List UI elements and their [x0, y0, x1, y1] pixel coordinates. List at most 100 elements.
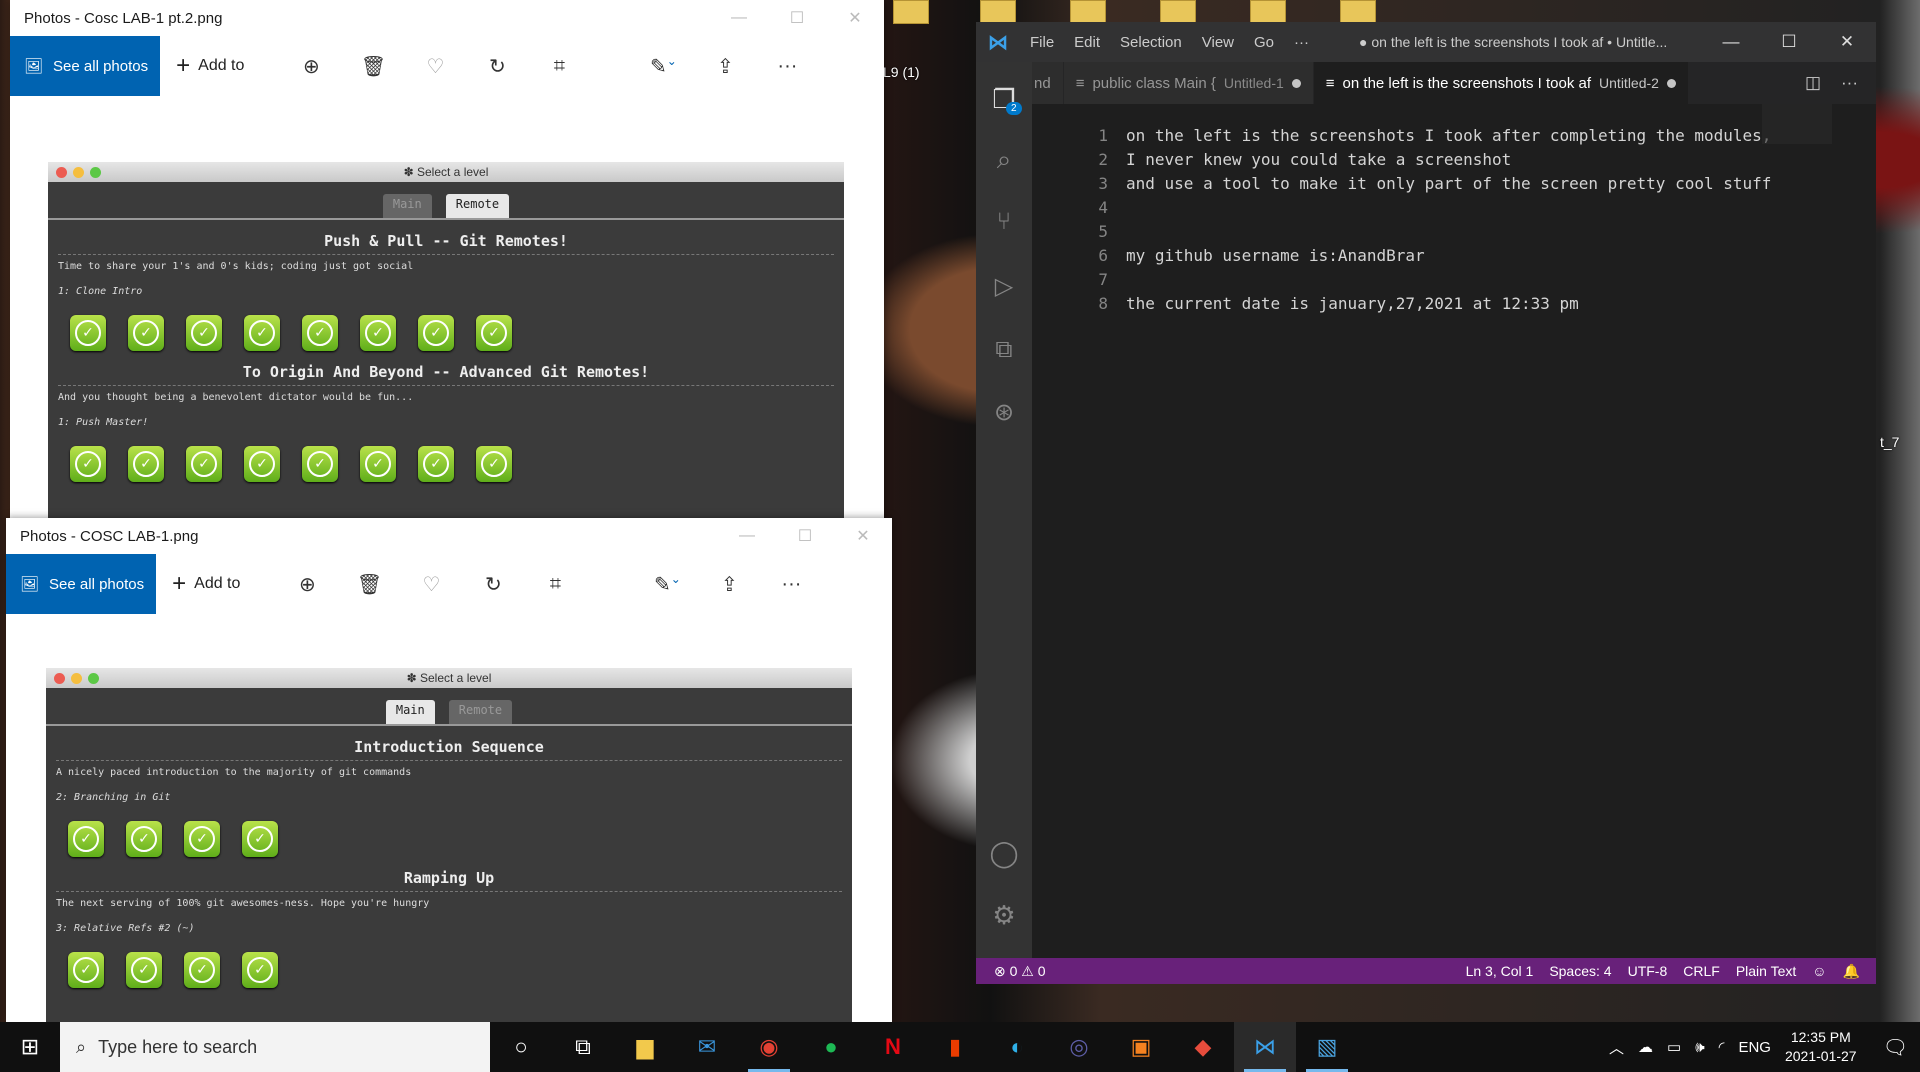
vscode-taskbar-icon[interactable]: ⋈: [1234, 1022, 1296, 1072]
split-editor-icon[interactable]: ◫: [1805, 73, 1821, 93]
code-line[interactable]: on the left is the screenshots I took af…: [1126, 124, 1771, 148]
menu-edit[interactable]: Edit: [1064, 34, 1110, 51]
extensions-icon[interactable]: ⧉: [976, 336, 1032, 364]
sublime-icon[interactable]: ▣: [1110, 1022, 1172, 1072]
encoding[interactable]: UTF-8: [1620, 963, 1676, 979]
language-mode[interactable]: Plain Text: [1728, 963, 1804, 979]
title-bar[interactable]: Photos - Cosc LAB-1 pt.2.png — ☐ ✕: [10, 0, 884, 36]
add-to-button[interactable]: + Add to: [156, 570, 256, 598]
folder-icon[interactable]: [893, 0, 929, 24]
crop-icon[interactable]: ⌗: [528, 55, 590, 78]
edit-icon[interactable]: ✎ ⌄: [632, 54, 694, 79]
file-explorer-icon[interactable]: ▆: [614, 1022, 676, 1072]
rotate-icon[interactable]: ↻: [466, 54, 528, 79]
zoom-icon[interactable]: ⊕: [280, 54, 342, 79]
code-line[interactable]: I never knew you could take a screenshot: [1126, 148, 1511, 172]
photos-taskbar-icon[interactable]: ▧: [1296, 1022, 1358, 1072]
see-all-photos-button[interactable]: 🖼 See all photos: [6, 554, 157, 614]
menu-go[interactable]: Go: [1244, 34, 1284, 51]
notifications-bell-icon[interactable]: 🔔: [1835, 963, 1876, 980]
code-line[interactable]: and use a tool to make it only part of t…: [1126, 172, 1771, 196]
see-all-photos-button[interactable]: 🖼 See all photos: [10, 36, 161, 96]
windows-start-icon[interactable]: ⊞: [0, 1034, 60, 1060]
folder-icon[interactable]: [1250, 0, 1286, 24]
eclipse-icon[interactable]: ◎: [1048, 1022, 1110, 1072]
minimap[interactable]: [1762, 104, 1832, 144]
minimize-icon[interactable]: —: [1702, 32, 1760, 52]
problems-indicator[interactable]: ⊗ 0 ⚠ 0: [976, 963, 1054, 980]
menu-view[interactable]: View: [1192, 34, 1244, 51]
folder-icon[interactable]: [1160, 0, 1196, 24]
share-icon[interactable]: ⇪: [694, 54, 756, 79]
search-icon[interactable]: ⌕: [976, 144, 1032, 176]
desktop-item-label[interactable]: t_7: [1880, 434, 1899, 450]
unsaved-dot-icon[interactable]: [1291, 78, 1301, 88]
delete-icon[interactable]: 🗑: [342, 54, 404, 79]
folder-icon[interactable]: [1340, 0, 1376, 24]
cortana-icon[interactable]: ○: [490, 1022, 552, 1072]
tab-untitled-2[interactable]: ≡ on the left is the screenshots I took …: [1313, 62, 1689, 104]
tab-partial[interactable]: nd: [1032, 62, 1064, 104]
chevron-up-icon[interactable]: ︿: [1609, 1037, 1624, 1058]
folder-icon[interactable]: [980, 0, 1016, 24]
title-bar[interactable]: ⋈ File Edit Selection View Go ··· ● on t…: [976, 22, 1876, 62]
office-icon[interactable]: ▮: [924, 1022, 986, 1072]
git-icon[interactable]: ◆: [1172, 1022, 1234, 1072]
code-line[interactable]: the current date is january,27,2021 at 1…: [1126, 292, 1579, 316]
maximize-icon[interactable]: ☐: [776, 526, 834, 546]
explorer-icon[interactable]: ❐ 2: [976, 84, 1032, 115]
onedrive-icon[interactable]: ☁: [1638, 1038, 1653, 1056]
close-icon[interactable]: ✕: [834, 526, 892, 546]
settings-gear-icon[interactable]: ⚙: [976, 900, 1032, 931]
maximize-icon[interactable]: ☐: [768, 8, 826, 28]
code-line[interactable]: my github username is:AnandBrar: [1126, 244, 1425, 268]
more-actions-icon[interactable]: ···: [1841, 73, 1858, 93]
edit-icon[interactable]: ✎ ⌄: [636, 572, 698, 597]
battery-icon[interactable]: ▭: [1667, 1038, 1681, 1056]
chrome-icon[interactable]: ◉: [738, 1022, 800, 1072]
minimize-icon[interactable]: —: [718, 527, 776, 545]
minimize-icon[interactable]: —: [710, 9, 768, 27]
close-icon[interactable]: ✕: [1818, 32, 1876, 52]
language-indicator[interactable]: ENG: [1738, 1039, 1771, 1056]
delete-icon[interactable]: 🗑: [338, 572, 400, 597]
maximize-icon[interactable]: ☐: [1760, 32, 1818, 52]
taskbar-search[interactable]: ⌕ Type here to search: [60, 1022, 490, 1072]
notifications-icon[interactable]: 🗨: [1871, 1035, 1908, 1060]
crop-icon[interactable]: ⌗: [524, 573, 586, 596]
folder-icon[interactable]: [1070, 0, 1106, 24]
desktop-item-label[interactable]: L9 (1): [883, 64, 920, 80]
volume-icon[interactable]: 🕪: [1695, 1039, 1704, 1056]
tab-untitled-1[interactable]: ≡ public class Main { Untitled-1: [1063, 62, 1314, 104]
task-view-icon[interactable]: ⧉: [552, 1022, 614, 1072]
indentation[interactable]: Spaces: 4: [1541, 963, 1619, 979]
more-icon[interactable]: ···: [760, 573, 822, 596]
wifi-icon[interactable]: ◜: [1719, 1038, 1725, 1056]
share-icon[interactable]: ⇪: [698, 572, 760, 597]
git-graph-icon[interactable]: ⊛: [976, 398, 1032, 427]
menu-more[interactable]: ···: [1284, 34, 1319, 51]
run-debug-icon[interactable]: ▷: [976, 272, 1032, 301]
menu-selection[interactable]: Selection: [1110, 34, 1192, 51]
account-icon[interactable]: ◯: [976, 838, 1032, 869]
clock[interactable]: 12:35 PM 2021-01-27: [1785, 1028, 1857, 1066]
line-ending[interactable]: CRLF: [1675, 963, 1728, 979]
zoom-icon[interactable]: ⊕: [276, 572, 338, 597]
editor[interactable]: 1 on the left is the screenshots I took a…: [1032, 104, 1876, 958]
netflix-icon[interactable]: N: [862, 1022, 924, 1072]
heart-icon[interactable]: ♡: [404, 54, 466, 79]
spotify-icon[interactable]: ●: [800, 1022, 862, 1072]
edge-icon[interactable]: ◐: [986, 1022, 1048, 1072]
heart-icon[interactable]: ♡: [400, 572, 462, 597]
title-bar[interactable]: Photos - COSC LAB-1.png — ☐ ✕: [6, 518, 892, 554]
close-icon[interactable]: ✕: [826, 8, 884, 28]
menu-file[interactable]: File: [1020, 34, 1064, 51]
add-to-button[interactable]: + Add to: [160, 52, 260, 80]
unsaved-dot-icon[interactable]: [1666, 78, 1676, 88]
cursor-position[interactable]: Ln 3, Col 1: [1458, 963, 1542, 979]
source-control-icon[interactable]: ⑂: [976, 208, 1032, 236]
rotate-icon[interactable]: ↻: [462, 572, 524, 597]
feedback-icon[interactable]: ☺: [1804, 963, 1834, 979]
more-icon[interactable]: ···: [756, 55, 818, 78]
mail-icon[interactable]: ✉: [676, 1022, 738, 1072]
